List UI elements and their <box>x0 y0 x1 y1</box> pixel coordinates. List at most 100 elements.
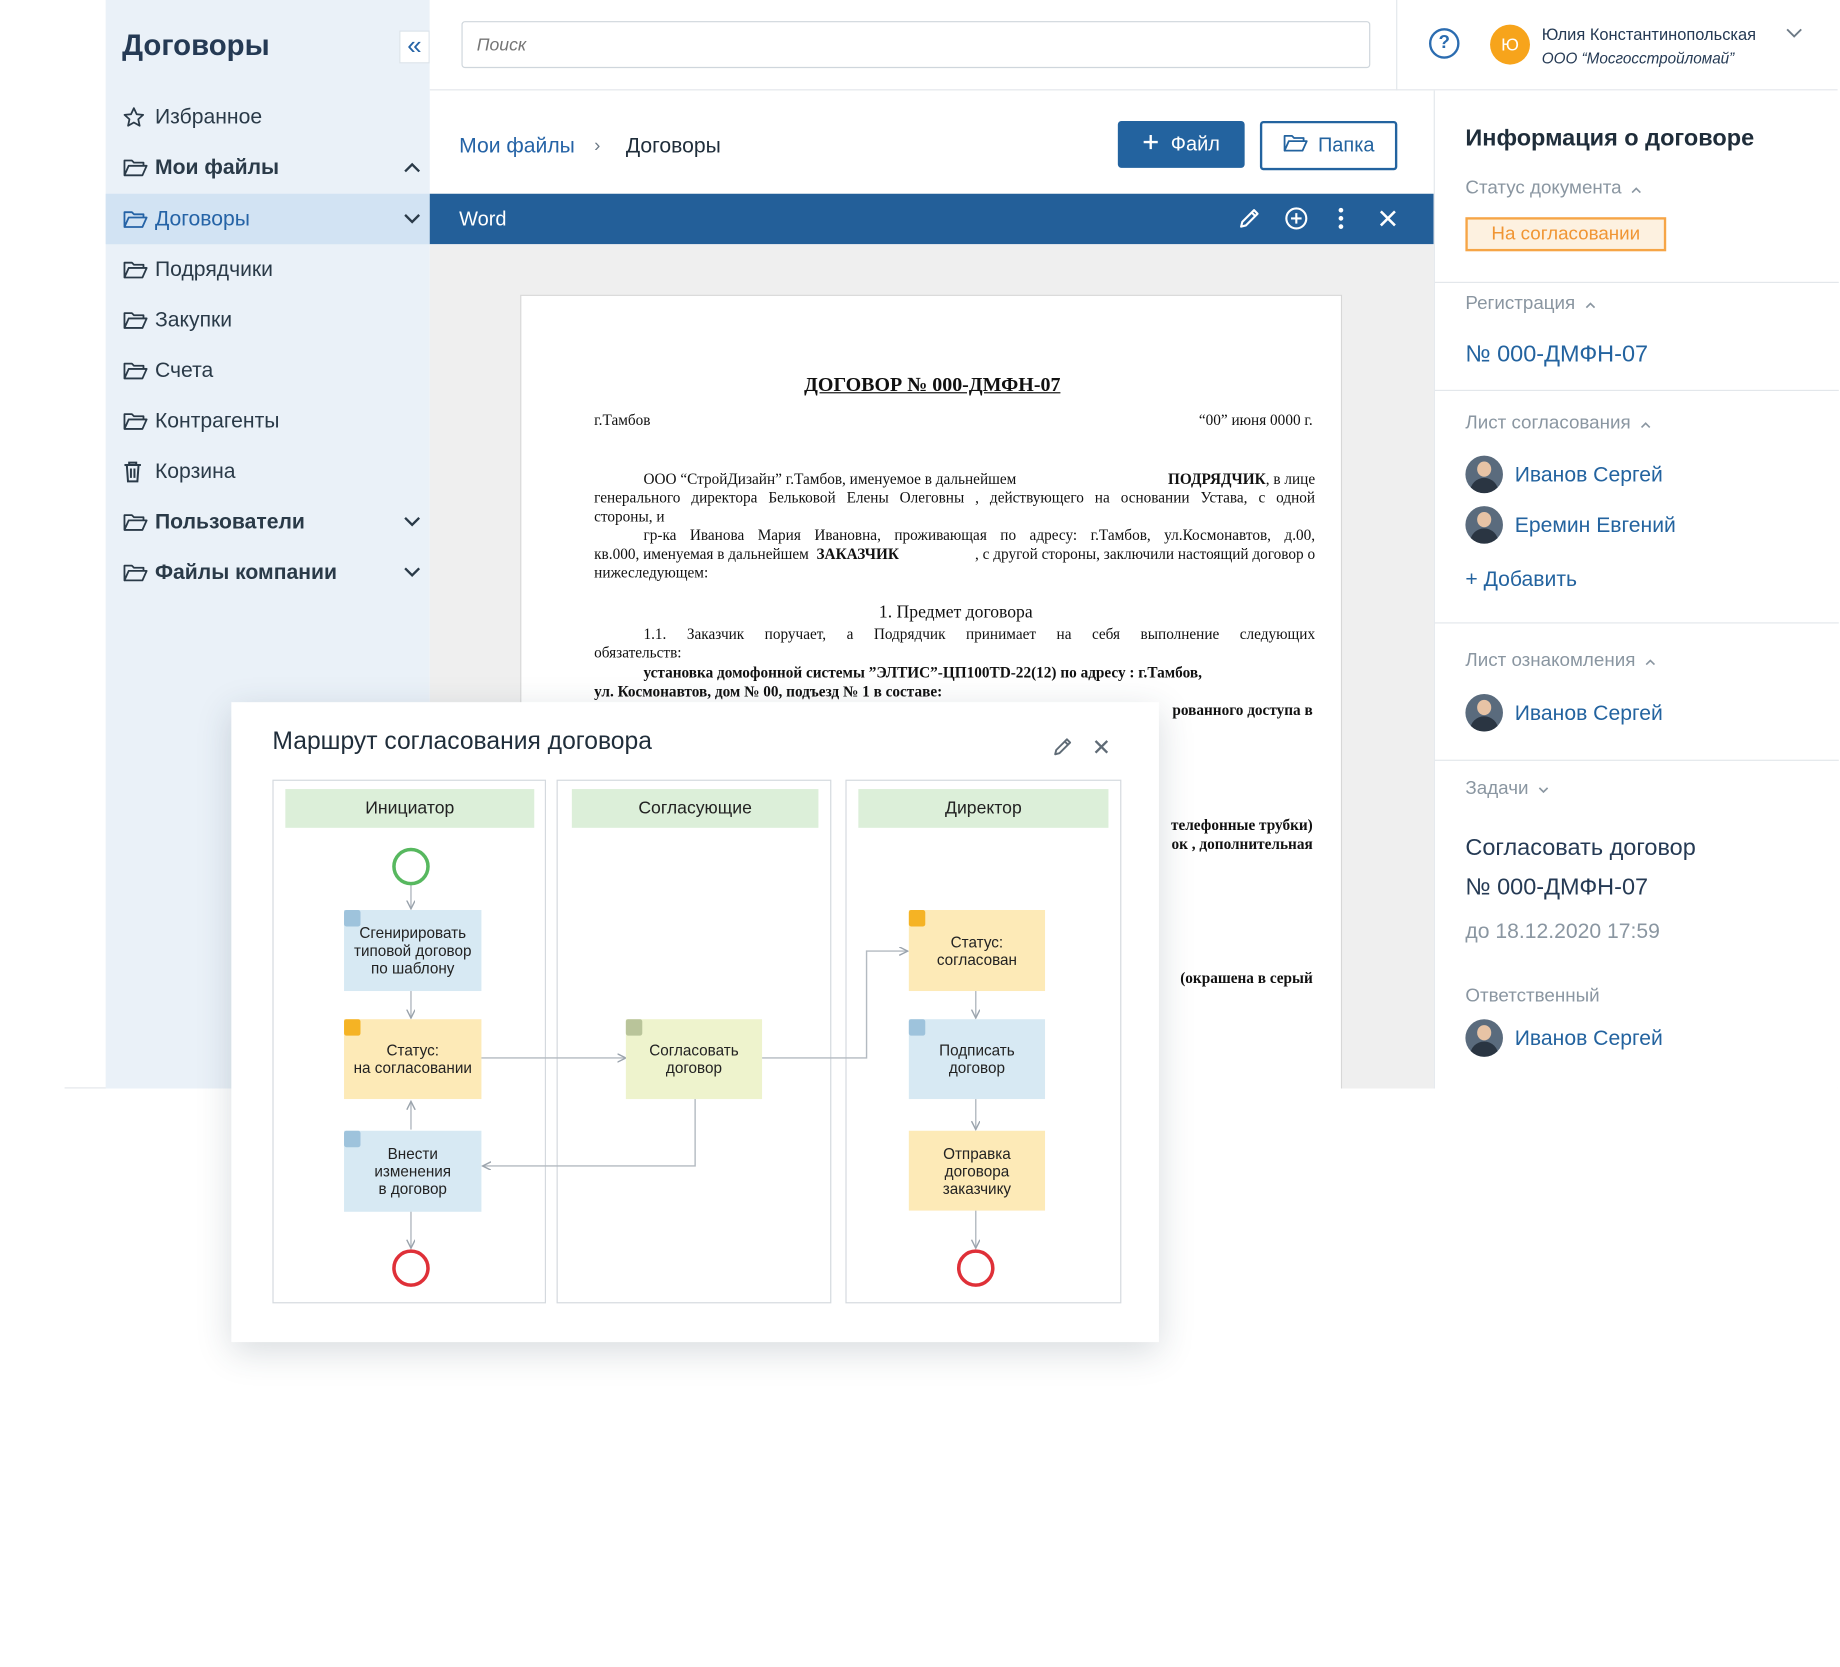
help-icon[interactable]: ? <box>1429 28 1460 59</box>
sidebar-item-users[interactable]: Пользователи <box>106 497 430 547</box>
paragraph-line: ООО “СтройДизайн” г.Тамбов, именуемое в … <box>643 469 1316 488</box>
chevron-down-icon[interactable] <box>395 516 430 528</box>
section-heading: 1. Предмет договора <box>878 603 1033 623</box>
task-status-on-approval[interactable]: Статус: на согласовании <box>344 1019 482 1100</box>
chevron-up-icon[interactable] <box>395 162 430 173</box>
more-vertical-icon[interactable] <box>1336 205 1345 237</box>
plus-icon <box>1143 133 1159 156</box>
start-event[interactable] <box>392 847 430 886</box>
chevron-up-icon[interactable] <box>1640 413 1651 434</box>
user-icon <box>344 910 361 927</box>
trash-icon <box>122 460 155 483</box>
paragraph-fragment: ок , дополнительная <box>1171 834 1313 853</box>
task-number[interactable]: № 000-ДМФН-07 <box>1465 875 1648 902</box>
acknowledger-item[interactable]: Иванов Сергей <box>1465 693 1663 732</box>
chevron-up-icon[interactable] <box>1631 178 1642 199</box>
sidebar-item-my-files[interactable]: Мои файлы <box>106 142 430 192</box>
sidebar-item-label: Счета <box>154 358 214 382</box>
close-icon[interactable] <box>1376 205 1399 237</box>
end-event[interactable] <box>392 1249 430 1287</box>
paragraph-line: обязательств: <box>594 643 682 662</box>
task-status-approved[interactable]: Статус: согласован <box>908 910 1046 992</box>
breadcrumb-current: Договоры <box>625 133 721 158</box>
viewer-toolbar: Word <box>429 193 1434 245</box>
tasks-section-header[interactable]: Задачи <box>1465 778 1548 799</box>
paragraph-fragment: рованного доступа в <box>1172 700 1313 719</box>
avatar <box>1465 1019 1503 1057</box>
folder-icon <box>1283 132 1309 159</box>
chevron-up-icon[interactable] <box>1645 651 1656 672</box>
chevron-down-icon[interactable] <box>395 214 430 225</box>
responsible-item[interactable]: Иванов Сергей <box>1465 1019 1663 1057</box>
add-circle-icon[interactable] <box>1283 205 1309 237</box>
approval-route-dialog: Маршрут согласования договора Инициатор … <box>231 702 1159 1343</box>
folder-icon <box>122 360 155 381</box>
task-make-changes[interactable]: Внести изменения в договор <box>344 1130 482 1212</box>
sidebar-item-favorites[interactable]: Избранное <box>106 92 430 142</box>
add-folder-button[interactable]: Папка <box>1259 120 1398 171</box>
info-title: Информация о договоре <box>1465 125 1755 152</box>
paragraph-line: генерального директора Бельковой Елены О… <box>594 488 1316 507</box>
status-icon <box>908 910 926 927</box>
folder-icon <box>122 259 155 280</box>
sidebar-item-contractors[interactable]: Подрядчики <box>106 244 430 294</box>
sidebar-item-contracts[interactable]: Договоры <box>105 193 430 245</box>
sidebar-item-trash[interactable]: Корзина <box>106 446 430 496</box>
sidebar-item-label: Подрядчики <box>154 257 273 281</box>
divider <box>1434 622 1839 624</box>
task-sign-contract[interactable]: Подписать договор <box>908 1019 1046 1100</box>
sidebar-item-counterparties[interactable]: Контрагенты <box>106 396 430 446</box>
document-city: г.Тамбов <box>594 410 651 429</box>
sidebar-item-purchases[interactable]: Закупки <box>106 295 430 345</box>
chevron-up-icon[interactable] <box>1585 294 1596 315</box>
sidebar-item-label: Договоры <box>154 206 250 231</box>
sidebar-item-invoices[interactable]: Счета <box>106 345 430 395</box>
task-approve-contract[interactable]: Согласовать договор <box>625 1019 763 1100</box>
task-send-to-customer[interactable]: Отправка договора заказчику <box>908 1130 1046 1211</box>
paragraph-line: установка домофонной системы ”ЭЛТИС”-ЦП1… <box>643 663 1202 682</box>
document-date: “00” июня 0000 г. <box>1198 410 1313 429</box>
sidebar-item-label: Мои файлы <box>154 154 280 179</box>
chevron-down-icon[interactable] <box>1538 778 1549 799</box>
approver-item[interactable]: Еремин Евгений <box>1465 506 1676 544</box>
folder-icon <box>122 157 155 178</box>
approver-item[interactable]: Иванов Сергей <box>1465 455 1663 494</box>
user-name[interactable]: Юлия Константинопольская <box>1542 25 1756 44</box>
paragraph-line: 1.1. Заказчик поручает, а Подрядчик прин… <box>643 624 1316 643</box>
sidebar-item-label: Файлы компании <box>154 560 337 584</box>
paragraph-line: кв.000, именуемая в дальнейшем ЗАКАЗЧИК,… <box>594 544 1316 563</box>
registration-section-header[interactable]: Регистрация <box>1465 294 1595 315</box>
info-panel: Информация о договоре Статус документа Н… <box>1433 90 1839 1089</box>
divider <box>1396 0 1398 91</box>
paragraph-line: стороны, и <box>594 507 665 525</box>
add-file-button[interactable]: Файл <box>1117 120 1245 168</box>
status-badge: На согласовании <box>1465 217 1667 252</box>
star-icon <box>122 105 155 128</box>
breadcrumb-my-files[interactable]: Мои файлы <box>459 134 575 159</box>
document-icon <box>625 1019 643 1036</box>
registration-number[interactable]: № 000-ДМФН-07 <box>1465 342 1648 369</box>
status-section-header[interactable]: Статус документа <box>1465 178 1641 199</box>
search-input[interactable] <box>461 21 1371 69</box>
task-generate-contract[interactable]: Сгенирировать типовой договор по шаблону <box>344 910 482 992</box>
viewer-title: Word <box>459 207 507 231</box>
paragraph-line: гр-ка Иванова Мария Ивановна, проживающа… <box>643 526 1316 544</box>
end-event[interactable] <box>956 1249 995 1287</box>
sidebar-item-label: Избранное <box>154 104 263 128</box>
sidebar-item-label: Корзина <box>154 459 236 483</box>
user-icon <box>344 1130 361 1148</box>
acknowledgement-section-header[interactable]: Лист ознакомления <box>1465 651 1655 672</box>
avatar[interactable]: Ю <box>1490 24 1530 65</box>
paragraph-fragment: телефонные трубки) <box>1170 816 1313 834</box>
sidebar-item-company-files[interactable]: Файлы компании <box>106 547 430 597</box>
top-bar: ? Ю Юлия Константинопольская ООО “Мосгос… <box>429 0 1838 91</box>
chevron-down-icon[interactable] <box>395 567 430 578</box>
paragraph-fragment: (окрашена в серый <box>1180 968 1313 987</box>
collapse-sidebar-button[interactable]: « <box>399 30 430 64</box>
pencil-icon[interactable] <box>1236 205 1262 237</box>
add-approver-button[interactable]: + Добавить <box>1465 567 1577 592</box>
avatar <box>1465 506 1503 544</box>
approval-section-header[interactable]: Лист согласования <box>1465 413 1651 434</box>
task-title[interactable]: Согласовать договор <box>1465 835 1695 862</box>
chevron-down-icon[interactable] <box>1786 23 1802 44</box>
